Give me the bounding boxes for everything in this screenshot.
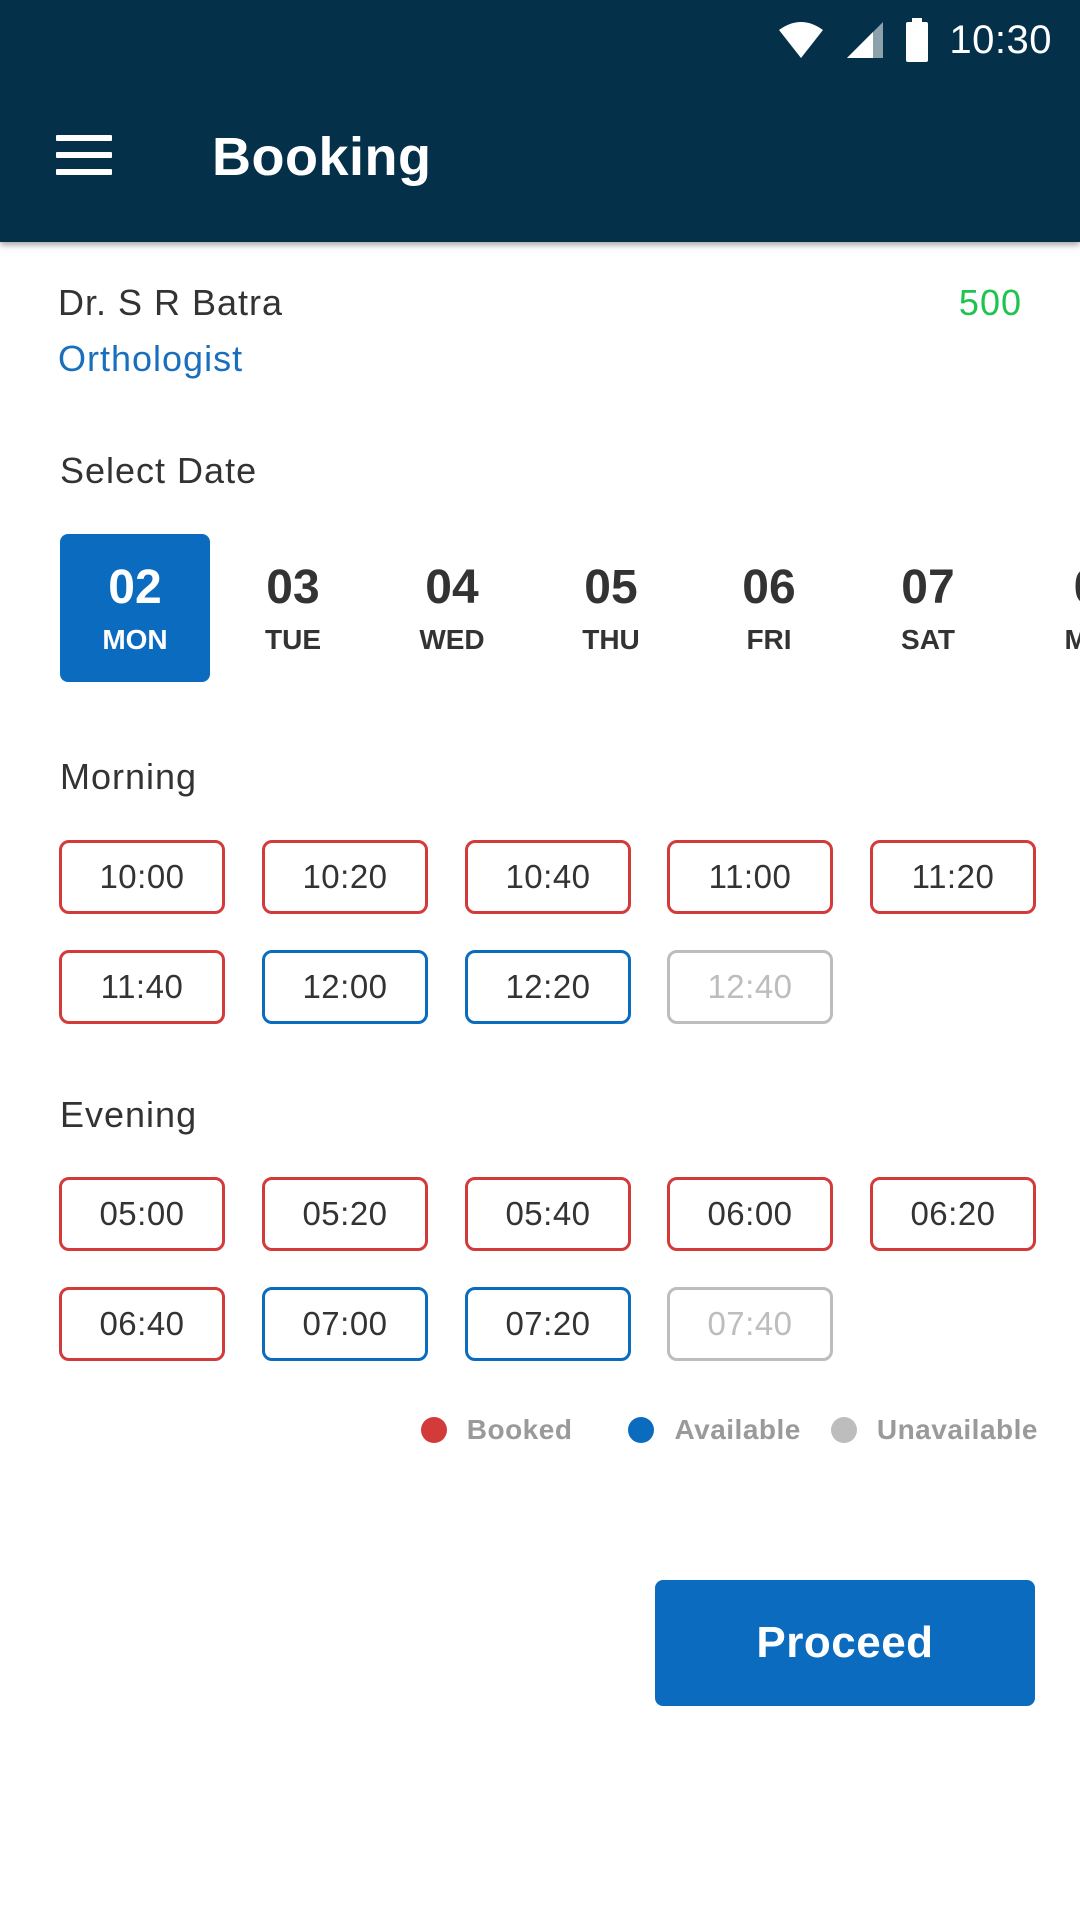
date-weekday: TUE: [265, 624, 321, 655]
legend-available-label: Available: [674, 1414, 801, 1445]
date-number: 05: [584, 561, 638, 614]
wifi-icon: [779, 22, 824, 58]
page-title: Booking: [212, 127, 432, 187]
battery-icon: [906, 18, 929, 62]
slot-legend: Booked Available Unavailable: [365, 1410, 1038, 1450]
consultation-fee: 500: [958, 282, 1022, 323]
date-item-05-thu[interactable]: 05 THU: [536, 534, 686, 682]
date-number: 06: [742, 561, 796, 614]
app-bar: 10:30 Booking: [0, 0, 1080, 242]
evening-label: Evening: [60, 1094, 198, 1135]
date-weekday: THU: [582, 624, 640, 655]
slot-morning-1140[interactable]: 11:40: [59, 950, 225, 1024]
slot-evening-0720[interactable]: 07:20: [465, 1287, 631, 1361]
date-item-04-wed[interactable]: 04 WED: [377, 534, 527, 682]
date-number: 03: [266, 561, 320, 614]
date-number: 04: [425, 561, 479, 614]
status-time: 10:30: [949, 17, 1052, 62]
available-dot-icon: [628, 1417, 655, 1443]
date-item-07-sat[interactable]: 07 SAT: [853, 534, 1003, 682]
status-bar: 10:30: [777, 14, 1052, 66]
booked-dot-icon: [420, 1417, 447, 1443]
slot-evening-0620[interactable]: 06:20: [870, 1177, 1036, 1251]
date-number: 07: [901, 561, 955, 614]
date-weekday: FRI: [746, 624, 792, 655]
legend-booked: Booked: [420, 1414, 573, 1446]
slot-morning-1120[interactable]: 11:20: [870, 840, 1036, 914]
date-weekday: WED: [419, 624, 485, 655]
doctor-specialty: Orthologist: [58, 338, 244, 379]
slot-evening-0520[interactable]: 05:20: [262, 1177, 428, 1251]
slot-morning-1040[interactable]: 10:40: [465, 840, 631, 914]
slot-morning-1100[interactable]: 11:00: [667, 840, 833, 914]
date-weekday: SAT: [901, 624, 955, 655]
signal-icon: [847, 22, 884, 58]
select-date-label: Select Date: [60, 450, 258, 491]
date-selector: 02 MON 03 TUE 04 WED 05 THU 06 FRI 07 SA…: [60, 534, 1080, 682]
date-weekday: MO: [1064, 624, 1080, 655]
doctor-name: Dr. S R Batra: [58, 282, 284, 323]
slot-morning-1220[interactable]: 12:20: [465, 950, 631, 1024]
menu-icon[interactable]: [56, 135, 112, 175]
slot-morning-1200[interactable]: 12:00: [262, 950, 428, 1024]
slot-evening-0540[interactable]: 05:40: [465, 1177, 631, 1251]
legend-available: Available: [628, 1414, 800, 1446]
legend-unavailable-label: Unavailable: [876, 1414, 1038, 1445]
date-item-02-mon[interactable]: 02 MON: [60, 534, 210, 682]
slot-morning-1240: 12:40: [667, 950, 833, 1024]
slot-evening-0740: 07:40: [667, 1287, 833, 1361]
date-item-06-fri[interactable]: 06 FRI: [694, 534, 844, 682]
legend-unavailable: Unavailable: [830, 1414, 1038, 1446]
unavailable-dot-icon: [830, 1417, 857, 1443]
date-weekday: MON: [102, 624, 168, 655]
legend-booked-label: Booked: [466, 1414, 573, 1445]
slot-morning-1000[interactable]: 10:00: [59, 840, 225, 914]
slot-evening-0500[interactable]: 05:00: [59, 1177, 225, 1251]
slot-evening-0600[interactable]: 06:00: [667, 1177, 833, 1251]
date-item-03-tue[interactable]: 03 TUE: [218, 534, 368, 682]
date-number: 02: [108, 561, 162, 614]
proceed-button[interactable]: Proceed: [655, 1580, 1035, 1706]
morning-label: Morning: [60, 756, 198, 797]
slot-evening-0700[interactable]: 07:00: [262, 1287, 428, 1361]
slot-morning-1020[interactable]: 10:20: [262, 840, 428, 914]
slot-evening-0640[interactable]: 06:40: [59, 1287, 225, 1361]
date-number: 0: [1012, 560, 1080, 616]
date-item-next-mon[interactable]: 0 MO: [1012, 534, 1080, 682]
